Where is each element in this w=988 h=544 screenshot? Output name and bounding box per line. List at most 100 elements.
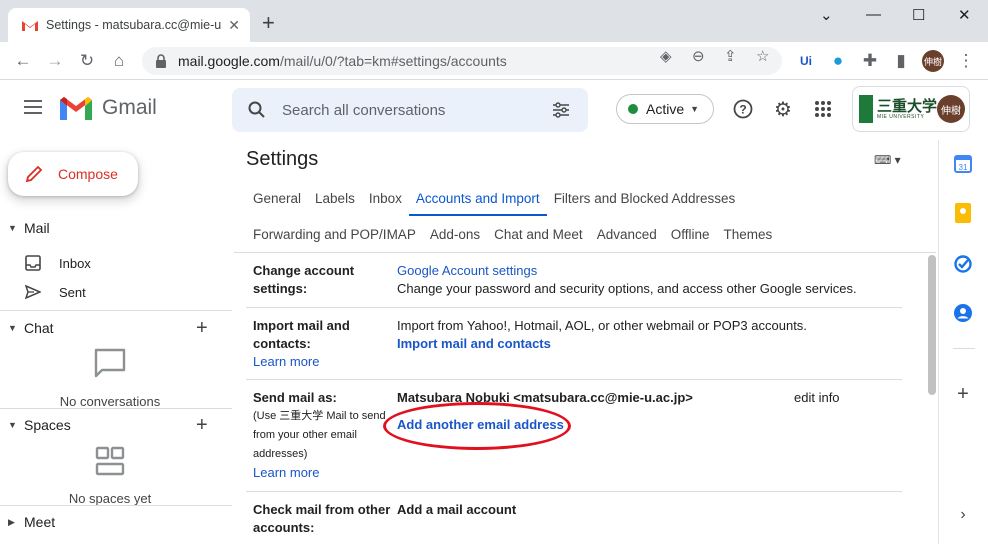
home-icon[interactable]: ⌂ bbox=[108, 50, 130, 72]
nav-divider bbox=[0, 505, 232, 506]
share-icon[interactable]: ⇪ bbox=[724, 47, 737, 65]
back-icon[interactable]: ← bbox=[12, 50, 34, 72]
search-icon[interactable] bbox=[248, 101, 266, 119]
search-options-icon[interactable] bbox=[552, 102, 570, 118]
tab-offline[interactable]: Offline bbox=[664, 216, 717, 252]
gmail-m-icon bbox=[60, 97, 92, 120]
bookmark-star-icon[interactable]: ☆ bbox=[756, 47, 769, 65]
gmail-wordmark: Gmail bbox=[102, 96, 157, 119]
maximize-icon[interactable]: ☐ bbox=[912, 6, 925, 24]
settings-tabs-row-1: General Labels Inbox Accounts and Import Fil… bbox=[246, 180, 742, 216]
apps-grid-icon[interactable] bbox=[812, 98, 834, 120]
contacts-icon[interactable] bbox=[952, 302, 974, 324]
chat-section-toggle[interactable]: ▼ Chat bbox=[8, 320, 54, 336]
caret-down-icon: ▼ bbox=[8, 223, 17, 233]
search-bar[interactable]: Search all conversations bbox=[232, 88, 588, 132]
import-mail-value: Import from Yahoo!, Hotmail, AOL, or oth… bbox=[397, 317, 807, 353]
ui-extension-icon[interactable]: Ui bbox=[795, 50, 817, 72]
tab-themes[interactable]: Themes bbox=[717, 216, 780, 252]
spaces-empty-text: No spaces yet bbox=[68, 491, 152, 506]
spaces-section-toggle[interactable]: ▼ Spaces bbox=[8, 417, 71, 433]
calendar-icon[interactable]: 31 bbox=[952, 153, 974, 175]
compose-button[interactable]: Compose bbox=[8, 152, 138, 196]
import-mail-contacts-link[interactable]: Import mail and contacts bbox=[397, 335, 807, 353]
status-selector[interactable]: Active ▼ bbox=[616, 94, 714, 124]
settings-row-change-account: Change account settings: Google Account … bbox=[246, 254, 902, 308]
university-name: 三重大学 bbox=[877, 97, 938, 115]
account-avatar[interactable]: 伸樹 bbox=[937, 95, 965, 123]
google-account-settings-link[interactable]: Google Account settings bbox=[397, 262, 857, 280]
new-tab-icon[interactable]: + bbox=[262, 12, 275, 34]
caret-down-icon: ▼ bbox=[8, 420, 17, 430]
side-panel: 31 + › bbox=[938, 140, 988, 544]
meet-section-toggle[interactable]: ▶ Meet bbox=[8, 514, 55, 530]
translate-extension-icon[interactable]: ● bbox=[827, 50, 849, 72]
check-mail-label-line2: accounts: bbox=[253, 520, 315, 535]
chevron-down-icon: ▼ bbox=[690, 104, 700, 114]
inbox-icon bbox=[24, 254, 42, 272]
tab-filters-and-blocked-addresses[interactable]: Filters and Blocked Addresses bbox=[547, 180, 743, 216]
main-menu-icon[interactable] bbox=[24, 100, 42, 114]
change-account-value: Google Account settings Change your pass… bbox=[397, 262, 857, 298]
import-mail-description: Import from Yahoo!, Hotmail, AOL, or oth… bbox=[397, 318, 807, 333]
status-label: Active bbox=[646, 101, 685, 117]
tab-add-ons[interactable]: Add-ons bbox=[423, 216, 487, 252]
tab-labels[interactable]: Labels bbox=[308, 180, 362, 216]
input-tools-keyboard-icon[interactable]: ⌨ ▾ bbox=[874, 153, 901, 167]
svg-text:?: ? bbox=[739, 103, 746, 117]
profile-avatar[interactable]: 伸樹 bbox=[922, 50, 944, 72]
gmail-favicon-icon bbox=[22, 17, 38, 33]
browser-toolbar: ← → ↻ ⌂ mail.google.com/mail/u/0/?tab=km… bbox=[0, 42, 988, 80]
sidebar-item-inbox[interactable]: Inbox bbox=[24, 254, 91, 272]
search-input[interactable]: Search all conversations bbox=[282, 102, 445, 119]
new-space-plus-icon[interactable]: + bbox=[196, 415, 208, 435]
browser-tab[interactable]: Settings - matsubara.cc@mie-u.a ✕ bbox=[8, 8, 250, 42]
minimize-icon[interactable]: — bbox=[866, 6, 881, 23]
tab-forwarding-and-pop-imap[interactable]: Forwarding and POP/IMAP bbox=[246, 216, 423, 252]
add-mail-account-link[interactable]: Add a mail account bbox=[397, 501, 516, 519]
tab-search-chevron-icon[interactable]: ⌄ bbox=[820, 6, 833, 24]
window-close-icon[interactable]: ✕ bbox=[958, 6, 971, 24]
tab-chat-and-meet[interactable]: Chat and Meet bbox=[487, 216, 590, 252]
account-switcher[interactable]: 三重大学 MIE UNIVERSITY 伸樹 bbox=[852, 86, 970, 132]
nav-divider bbox=[0, 408, 232, 409]
mail-section-label: Mail bbox=[24, 220, 50, 236]
settings-tabs-row-2: Forwarding and POP/IMAP Add-ons Chat and M… bbox=[246, 216, 779, 252]
menu-kebab-icon[interactable]: ⋮ bbox=[955, 50, 977, 72]
tab-advanced[interactable]: Advanced bbox=[590, 216, 664, 252]
reload-icon[interactable]: ↻ bbox=[76, 50, 98, 72]
hide-side-panel-chevron-icon[interactable]: › bbox=[952, 504, 974, 526]
send-mail-learn-more-link[interactable]: Learn more bbox=[253, 464, 386, 482]
caret-right-icon: ▶ bbox=[8, 516, 15, 527]
scrollbar-thumb[interactable] bbox=[928, 255, 936, 395]
tab-close-icon[interactable]: ✕ bbox=[228, 17, 240, 34]
mail-section-toggle[interactable]: ▼ Mail bbox=[8, 220, 50, 236]
side-panel-divider bbox=[953, 348, 975, 349]
chat-empty-text: No conversations bbox=[59, 394, 161, 409]
tasks-icon[interactable] bbox=[952, 253, 974, 275]
zoom-icon[interactable]: ⊖ bbox=[692, 47, 705, 65]
spaces-grid-icon bbox=[95, 446, 125, 476]
nav-divider bbox=[0, 310, 232, 311]
tab-accounts-and-import[interactable]: Accounts and Import bbox=[408, 180, 547, 216]
send-icon bbox=[24, 283, 42, 301]
sidebar-item-sent[interactable]: Sent bbox=[24, 283, 86, 301]
sent-label: Sent bbox=[59, 284, 86, 300]
settings-gear-icon[interactable]: ⚙ bbox=[772, 98, 794, 121]
new-chat-plus-icon[interactable]: + bbox=[196, 318, 208, 338]
extensions-puzzle-icon[interactable]: ✚ bbox=[859, 50, 881, 72]
keep-icon[interactable] bbox=[952, 202, 974, 224]
view-site-info-icon[interactable]: ◈ bbox=[660, 47, 672, 65]
forward-icon[interactable]: → bbox=[44, 50, 66, 72]
tab-inbox[interactable]: Inbox bbox=[362, 180, 409, 216]
edit-info-link[interactable]: edit info bbox=[794, 389, 840, 407]
tab-general[interactable]: General bbox=[246, 180, 308, 216]
change-account-label: Change account settings: bbox=[253, 262, 354, 298]
address-bar[interactable]: mail.google.com/mail/u/0/?tab=km#setting… bbox=[142, 47, 782, 75]
get-addons-plus-icon[interactable]: + bbox=[952, 383, 974, 405]
side-panel-icon[interactable]: ▮ bbox=[890, 50, 912, 72]
tab-title: Settings - matsubara.cc@mie-u.a bbox=[46, 18, 222, 32]
import-learn-more-link[interactable]: Learn more bbox=[253, 353, 350, 371]
gmail-logo[interactable]: Gmail bbox=[60, 96, 157, 120]
help-icon[interactable]: ? bbox=[732, 98, 754, 120]
